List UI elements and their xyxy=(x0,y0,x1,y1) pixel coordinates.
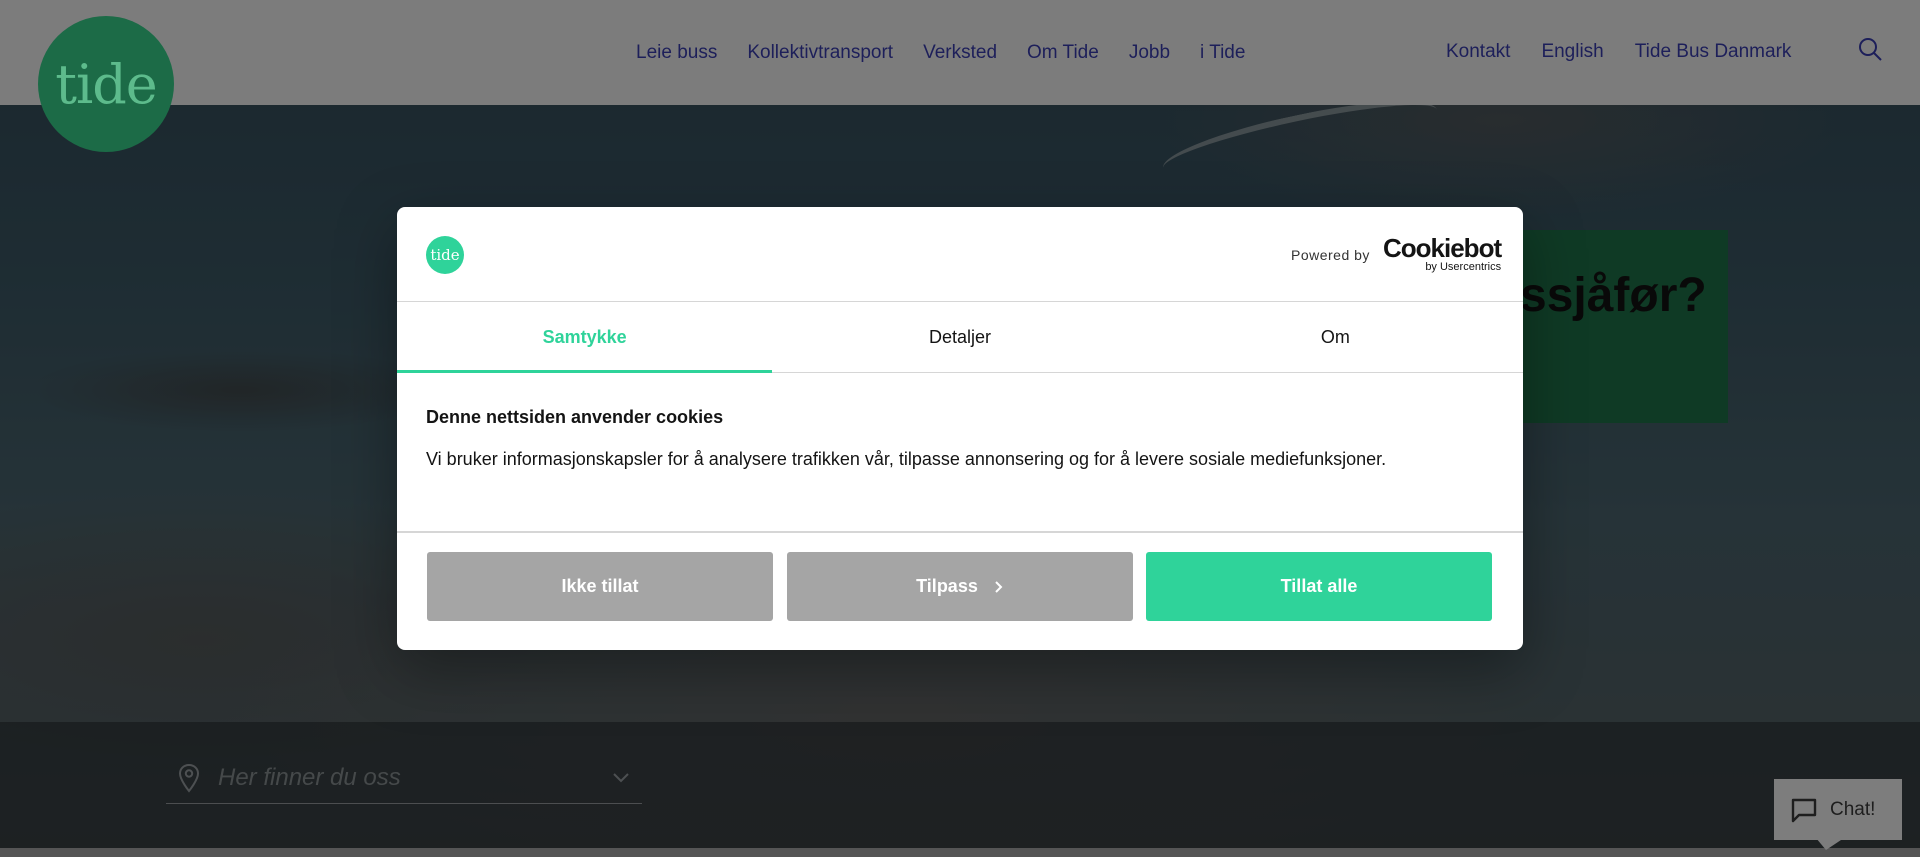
dialog-heading: Denne nettsiden anvender cookies xyxy=(426,407,724,427)
dialog-body: Denne nettsiden anvender cookies Vi bruk… xyxy=(426,407,1496,474)
secondary-nav: Kontakt English Tide Bus Danmark xyxy=(1446,41,1791,63)
cookiebot-name: Cookiebot xyxy=(1383,233,1502,263)
cookie-consent-dialog: tide Powered by Cookiebot by Usercentric… xyxy=(397,207,1523,650)
nav-item-tide-bus-danmark[interactable]: Tide Bus Danmark xyxy=(1635,41,1792,63)
logo-text: tide xyxy=(55,52,157,116)
chat-bubble-icon xyxy=(1791,798,1817,822)
tide-logo[interactable]: tide xyxy=(38,16,174,152)
nav-item-i-tide[interactable]: i Tide xyxy=(1200,42,1245,64)
nav-item-verksted[interactable]: Verksted xyxy=(923,42,997,64)
dialog-header: tide Powered by Cookiebot by Usercentric… xyxy=(397,207,1523,302)
customize-label: Tilpass xyxy=(916,576,978,596)
deny-button[interactable]: Ikke tillat xyxy=(427,552,773,621)
customize-button[interactable]: Tilpass xyxy=(787,552,1133,621)
dialog-logo-text: tide xyxy=(430,246,460,264)
search-icon[interactable] xyxy=(1857,36,1883,62)
dialog-tabs: Samtykke Detaljer Om xyxy=(397,303,1523,373)
tide-dialog-logo: tide xyxy=(426,236,464,274)
chat-button[interactable]: Chat! xyxy=(1774,779,1902,840)
chat-label: Chat! xyxy=(1830,798,1876,820)
allow-all-button[interactable]: Tillat alle xyxy=(1146,552,1492,621)
nav-item-kontakt[interactable]: Kontakt xyxy=(1446,41,1510,63)
dialog-description: Vi bruker informasjonskapsler for å anal… xyxy=(426,449,1387,469)
tab-om[interactable]: Om xyxy=(1148,303,1523,372)
nav-item-leie-buss[interactable]: Leie buss xyxy=(636,42,717,64)
site-header: tide Leie buss Kollektivtransport Verkst… xyxy=(0,0,1920,152)
chevron-right-icon xyxy=(995,580,1003,593)
nav-item-english[interactable]: English xyxy=(1541,41,1603,63)
main-nav: Leie buss Kollektivtransport Verksted Om… xyxy=(636,42,1245,64)
tab-samtykke[interactable]: Samtykke xyxy=(397,303,773,373)
dialog-divider xyxy=(397,531,1523,533)
allow-all-label: Tillat alle xyxy=(1280,576,1358,596)
cookiebot-logo[interactable]: Cookiebot by Usercentrics xyxy=(1383,233,1502,273)
powered-by-text: Powered by xyxy=(1291,247,1370,263)
chat-tail xyxy=(1816,838,1844,850)
tab-detaljer[interactable]: Detaljer xyxy=(772,303,1147,372)
nav-item-kollektivtransport[interactable]: Kollektivtransport xyxy=(747,42,893,64)
nav-item-jobb[interactable]: Jobb xyxy=(1129,42,1170,64)
nav-item-om-tide[interactable]: Om Tide xyxy=(1027,42,1099,64)
deny-label: Ikke tillat xyxy=(561,576,639,596)
